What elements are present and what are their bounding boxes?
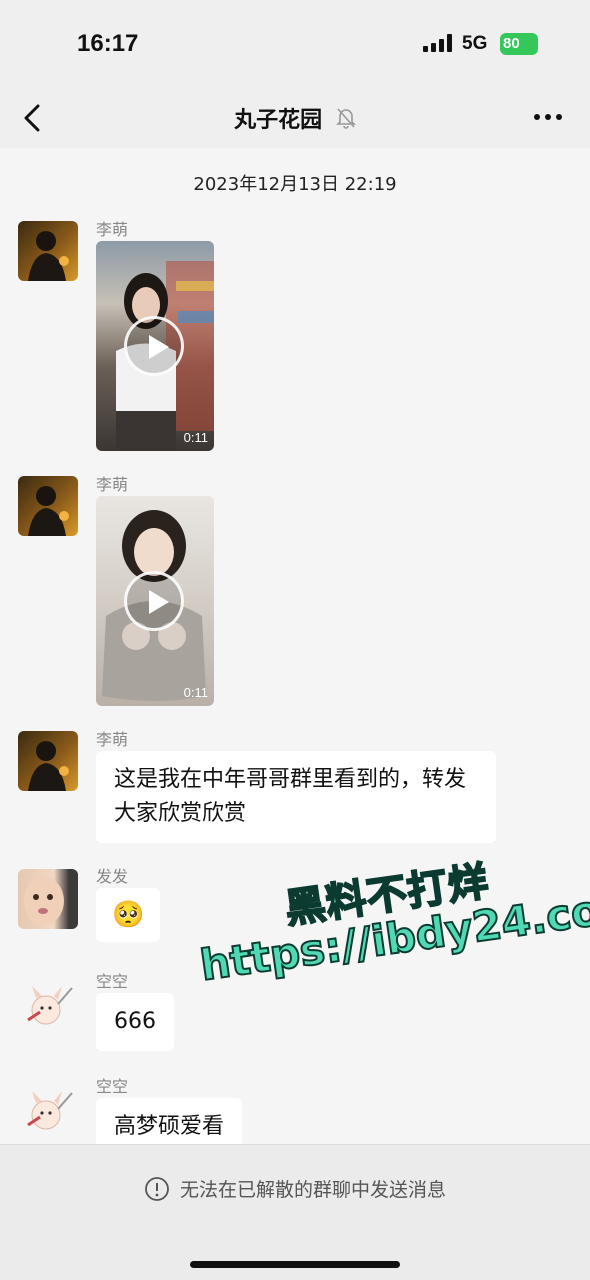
status-time: 16:17 xyxy=(77,30,139,57)
video-message[interactable]: 0:11 xyxy=(96,496,214,706)
dot-icon xyxy=(534,114,540,120)
disbanded-notice: 无法在已解散的群聊中发送消息 xyxy=(0,1175,590,1202)
chat-title: 丸子花园 xyxy=(0,102,590,135)
battery-icon: 80 xyxy=(500,33,538,55)
avatar[interactable] xyxy=(18,974,78,1034)
home-indicator[interactable] xyxy=(190,1261,400,1268)
text-message[interactable]: 这是我在中年哥哥群里看到的，转发大家欣赏欣赏 xyxy=(96,751,496,843)
sender-name: 李萌 xyxy=(96,730,129,749)
status-bar: 16:17 5G 80 xyxy=(0,0,590,88)
mute-bell-icon xyxy=(335,107,356,135)
avatar[interactable] xyxy=(18,1079,78,1139)
video-message[interactable]: 0:11 xyxy=(96,241,214,451)
network-label: 5G xyxy=(462,33,488,54)
avatar[interactable] xyxy=(18,221,78,281)
info-icon xyxy=(145,1176,169,1201)
footer: 无法在已解散的群聊中发送消息 xyxy=(0,1144,590,1280)
play-icon[interactable] xyxy=(124,571,184,631)
text-message[interactable]: 666 xyxy=(96,993,174,1051)
avatar[interactable] xyxy=(18,731,78,791)
dot-icon xyxy=(556,114,562,120)
play-icon[interactable] xyxy=(124,316,184,376)
avatar[interactable] xyxy=(18,869,78,929)
message-timestamp: 2023年12月13日 22:19 xyxy=(193,174,397,195)
dot-icon xyxy=(545,114,551,120)
sender-name: 李萌 xyxy=(96,220,129,239)
video-duration: 0:11 xyxy=(183,685,208,700)
sender-name: 李萌 xyxy=(96,475,129,494)
signal-icon xyxy=(423,34,452,52)
sender-name: 发发 xyxy=(96,867,129,886)
battery-level: 80 xyxy=(503,35,520,52)
avatar[interactable] xyxy=(18,476,78,536)
sender-name: 空空 xyxy=(96,972,129,991)
disbanded-notice-text: 无法在已解散的群聊中发送消息 xyxy=(179,1179,446,1201)
text-message[interactable]: 高梦硕爱看 xyxy=(96,1098,243,1144)
video-duration: 0:11 xyxy=(183,430,208,445)
chat-area[interactable]: 2023年12月13日 22:19 李萌 0:11 李萌 0:11 李萌 这是我… xyxy=(0,148,590,1144)
chat-header: 丸子花园 xyxy=(0,88,590,148)
chat-title-text: 丸子花园 xyxy=(234,108,323,133)
more-options-button[interactable] xyxy=(534,114,562,120)
sender-name: 空空 xyxy=(96,1077,129,1096)
emoji-message[interactable]: 🥺 xyxy=(96,888,161,942)
